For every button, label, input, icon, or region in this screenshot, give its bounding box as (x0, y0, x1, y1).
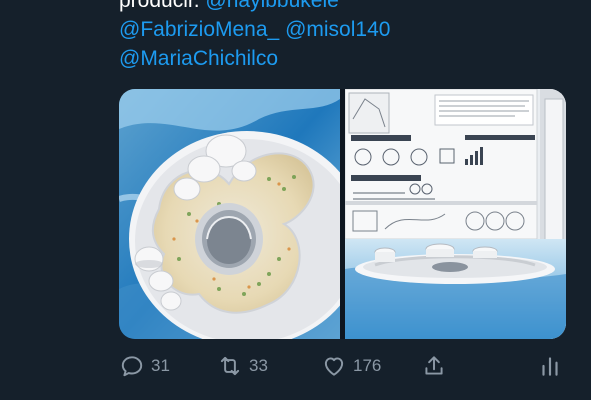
mention-mariachichilco[interactable]: @MariaChichilco (119, 47, 278, 70)
tweet-line-2: @FabrizioMena_ @misol140 (119, 15, 579, 44)
media-photo-left[interactable] (119, 89, 340, 339)
media-grid (119, 89, 566, 339)
exhibition-photo-image (345, 89, 566, 339)
retweet-button[interactable]: 33 (217, 350, 268, 382)
model-photo-image (119, 89, 340, 339)
mention-nayibbukele[interactable]: @nayibbukele (205, 0, 338, 12)
analytics-icon (542, 357, 558, 376)
reply-button[interactable]: 31 (119, 350, 170, 382)
reply-count: 31 (151, 356, 170, 375)
tweet-line-1: producir. @nayibbukele (119, 0, 579, 15)
mention-fabriziomena[interactable]: @FabrizioMena_ (119, 18, 279, 41)
retweet-icon (220, 356, 240, 376)
like-button[interactable]: 176 (321, 350, 381, 382)
heart-icon (324, 357, 344, 376)
share-icon (425, 356, 443, 375)
share-button[interactable] (421, 350, 447, 382)
reply-icon (121, 356, 143, 377)
mention-misol140[interactable]: @misol140 (285, 18, 390, 41)
media-photo-right[interactable] (345, 89, 566, 339)
tweet-body: producir. @nayibbukele @FabrizioMena_ @m… (119, 0, 579, 73)
like-count: 176 (353, 356, 382, 375)
tweet-actions: 31 33 176 (119, 350, 569, 382)
tweet-screen: producir. @nayibbukele @FabrizioMena_ @m… (0, 0, 591, 400)
tweet-text-fragment: producir. (119, 0, 206, 12)
tweet-line-3: @MariaChichilco (119, 44, 579, 73)
analytics-button[interactable] (537, 350, 563, 382)
retweet-count: 33 (249, 356, 268, 375)
